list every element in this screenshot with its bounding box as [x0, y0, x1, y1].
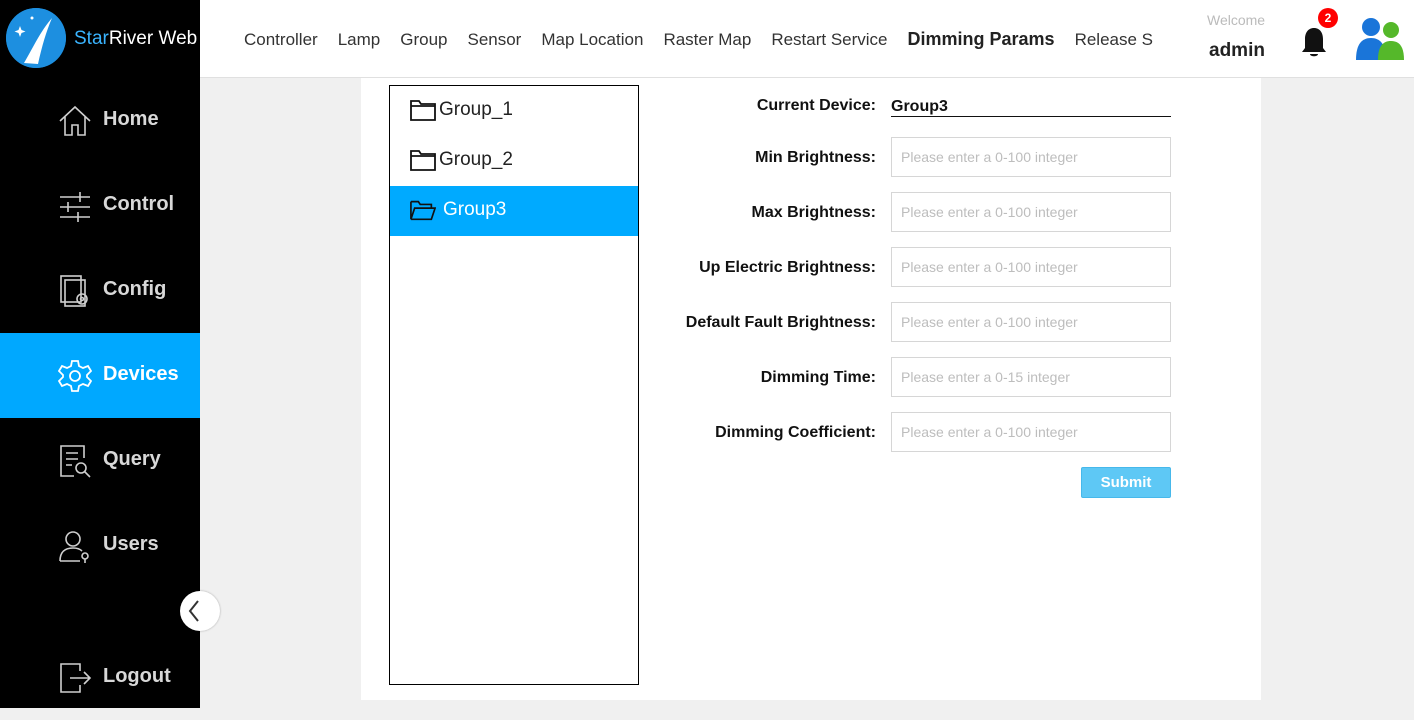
sidebar-item-label: Home — [103, 108, 159, 130]
tab-controller[interactable]: Controller — [244, 30, 318, 50]
sidebar-item-control[interactable]: Control — [0, 163, 200, 248]
folder-icon — [410, 100, 436, 121]
sidebar-item-label: Devices — [103, 363, 179, 385]
logout-icon — [60, 663, 92, 693]
sidebar-item-label: Logout — [103, 665, 171, 687]
tab-release[interactable]: Release S — [1075, 30, 1153, 50]
tab-dimming-params[interactable]: Dimming Params — [908, 29, 1055, 50]
tree-item-group3[interactable]: Group3 — [390, 186, 638, 236]
group-tree: Group_1 Group_2 Group3 — [389, 85, 639, 685]
dimming-coefficient-label: Dimming Coefficient: — [715, 424, 876, 441]
sidebar-item-config[interactable]: Config — [0, 248, 200, 333]
folder-open-icon — [410, 200, 436, 221]
gear-icon — [58, 360, 92, 392]
sidebar-item-label: Users — [103, 533, 159, 555]
dimming-time-label: Dimming Time: — [760, 369, 876, 386]
tab-sensor[interactable]: Sensor — [467, 30, 521, 50]
dimming-time-input[interactable] — [891, 357, 1171, 397]
query-icon — [60, 445, 91, 478]
chevron-left-icon — [188, 600, 199, 622]
sidebar-item-query[interactable]: Query — [0, 418, 200, 503]
tab-strip: Controller Lamp Group Sensor Map Locatio… — [244, 0, 1158, 78]
notification-badge: 2 — [1318, 8, 1338, 28]
tab-map-location[interactable]: Map Location — [541, 30, 643, 50]
max-brightness-input[interactable] — [891, 192, 1171, 232]
tree-item-label: Group3 — [443, 199, 507, 220]
config-icon — [60, 275, 88, 307]
sidebar-item-home[interactable]: Home — [0, 78, 200, 163]
sidebar-collapse-button[interactable] — [180, 591, 220, 631]
sidebar-item-users[interactable]: Users — [0, 503, 200, 588]
dimming-coefficient-input[interactable] — [891, 412, 1171, 452]
tree-item-label: Group_2 — [439, 149, 513, 170]
sidebar-item-label: Query — [103, 448, 161, 470]
default-fault-brightness-input[interactable] — [891, 302, 1171, 342]
min-brightness-input[interactable] — [891, 137, 1171, 177]
folder-icon — [410, 150, 436, 171]
up-electric-brightness-label: Up Electric Brightness: — [699, 259, 876, 276]
tree-item-group-1[interactable]: Group_1 — [390, 86, 638, 136]
app-name: StarRiver Web — [74, 28, 198, 49]
logo: StarRiver Web — [0, 0, 200, 78]
up-electric-brightness-input[interactable] — [891, 247, 1171, 287]
username: admin — [1209, 40, 1265, 61]
bell-icon[interactable] — [1300, 26, 1328, 58]
default-fault-brightness-label: Default Fault Brightness: — [685, 314, 876, 331]
sidebar-item-logout[interactable]: Logout — [0, 635, 200, 720]
sidebar-item-devices[interactable]: Devices — [0, 333, 200, 418]
avatar[interactable] — [1354, 14, 1406, 62]
current-device-label: Current Device: — [756, 97, 876, 114]
sliders-icon — [60, 192, 90, 222]
tab-lamp[interactable]: Lamp — [338, 30, 381, 50]
max-brightness-label: Max Brightness: — [751, 204, 876, 221]
tree-item-label: Group_1 — [439, 99, 513, 120]
current-device-value: Group3 — [891, 96, 1171, 117]
sidebar: StarRiver Web Home Control Config Device… — [0, 0, 220, 708]
sidebar-item-label: Config — [103, 278, 167, 300]
user-icon — [59, 531, 89, 563]
tab-restart-service[interactable]: Restart Service — [771, 30, 887, 50]
min-brightness-label: Min Brightness: — [755, 149, 876, 166]
tree-item-group-2[interactable]: Group_2 — [390, 136, 638, 186]
tab-group[interactable]: Group — [400, 30, 447, 50]
sidebar-item-label: Control — [103, 193, 175, 215]
submit-button[interactable]: Submit — [1081, 467, 1171, 498]
logo-icon — [6, 8, 66, 68]
tab-raster-map[interactable]: Raster Map — [663, 30, 751, 50]
welcome-text: Welcome — [1207, 12, 1266, 28]
home-icon — [59, 105, 91, 136]
